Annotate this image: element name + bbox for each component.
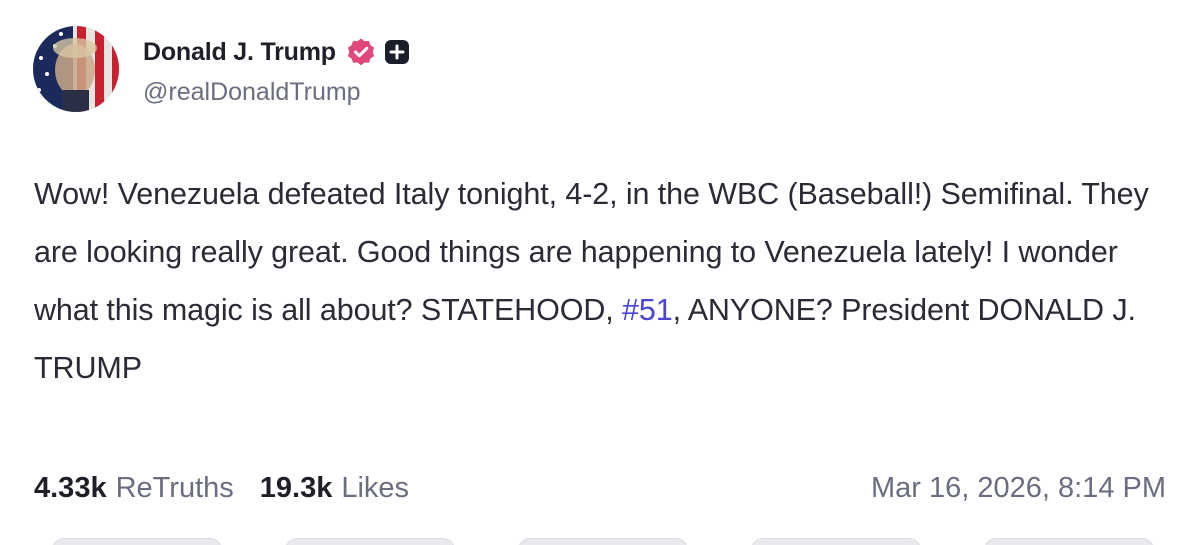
name-row: Donald J. Trump: [143, 36, 410, 68]
avatar-flag-portrait-icon: [33, 26, 119, 112]
retruths-stat[interactable]: 4.33k ReTruths: [34, 472, 234, 505]
likes-count: 19.3k: [259, 471, 333, 504]
plus-badge-icon: [384, 39, 410, 65]
author-handle[interactable]: @realDonaldTrump: [143, 78, 410, 107]
action-bar: [0, 538, 1200, 545]
display-name[interactable]: Donald J. Trump: [143, 38, 336, 67]
like-button[interactable]: [518, 538, 688, 545]
likes-label: Likes: [341, 471, 410, 504]
post-text: Wow! Venezuela defeated Italy tonight, 4…: [34, 165, 1174, 397]
post-timestamp[interactable]: Mar 16, 2026, 8:14 PM: [871, 472, 1166, 505]
post-header: Donald J. Trump @realDonaldTrump: [33, 26, 410, 112]
avatar[interactable]: [33, 26, 119, 112]
retruth-button[interactable]: [285, 538, 455, 545]
verified-badge-icon: [346, 37, 376, 67]
share-button[interactable]: [751, 538, 921, 545]
post-stats: 4.33k ReTruths 19.3k Likes Mar 16, 2026,…: [34, 466, 1166, 510]
more-button[interactable]: [984, 538, 1154, 545]
retruths-label: ReTruths: [115, 471, 234, 504]
likes-stat[interactable]: 19.3k Likes: [260, 472, 409, 505]
reply-button[interactable]: [52, 538, 222, 545]
hashtag-link[interactable]: #51: [622, 293, 673, 327]
retruths-count: 4.33k: [34, 471, 107, 504]
author-identity: Donald J. Trump @realDonaldTrump: [143, 36, 410, 107]
